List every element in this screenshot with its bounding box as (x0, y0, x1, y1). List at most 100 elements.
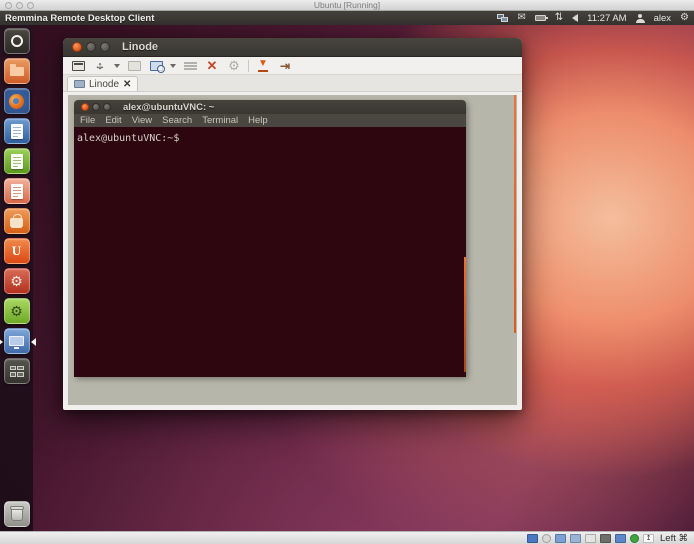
video-capture-icon[interactable] (630, 534, 639, 543)
fullscreen-icon (72, 61, 85, 71)
menu-file[interactable]: File (80, 115, 95, 126)
terminal-window: alex@ubuntuVNC: ~ File Edit View Search … (74, 100, 466, 377)
launcher-item-libreoffice-writer[interactable] (4, 118, 30, 144)
fullscreen-button[interactable] (70, 59, 86, 73)
dropdown-caret-icon[interactable] (170, 64, 176, 68)
menu-search[interactable]: Search (162, 115, 192, 126)
terminal-titlebar[interactable]: alex@ubuntuVNC: ~ (74, 100, 466, 114)
remmina-tabbar: Linode ✕ (63, 75, 522, 92)
desktop-screen: Ubuntu [Running] Remmina Remote Desktop … (0, 0, 694, 544)
remote-wallpaper-artifact (514, 95, 516, 333)
host-minimize-button[interactable] (16, 2, 23, 9)
disconnect-icon: ⇥ (280, 59, 290, 73)
screenshot-button[interactable]: ▼ (255, 59, 271, 73)
system-tray: ✉ ⇅ 11:27 AM alex ⚙ (497, 13, 689, 24)
user-name[interactable]: alex (654, 13, 671, 24)
shopping-bag-icon (10, 218, 23, 228)
ubuntu-logo-icon (11, 35, 23, 47)
zoom-button[interactable] (148, 59, 164, 73)
launcher-item-update-manager[interactable]: ⚙ (4, 298, 30, 324)
preferences-button[interactable]: ✕ (204, 59, 220, 73)
usb-icon[interactable] (600, 534, 611, 543)
connection-tab-icon (74, 80, 85, 88)
user-icon[interactable] (636, 14, 645, 23)
tab-close-icon[interactable]: ✕ (123, 79, 131, 90)
audio-icon[interactable] (555, 534, 566, 543)
zoom-icon (150, 61, 163, 71)
network-adapter-icon[interactable] (570, 534, 581, 543)
terminal-minimize-button[interactable] (92, 103, 100, 111)
menu-help[interactable]: Help (248, 115, 268, 126)
maximize-button[interactable] (100, 42, 110, 52)
vnc-viewport[interactable]: alex@ubuntuVNC: ~ File Edit View Search … (66, 93, 519, 407)
optical-drive-icon[interactable] (542, 534, 551, 543)
network-icon[interactable] (497, 14, 508, 22)
mail-icon[interactable]: ✉ (517, 13, 525, 23)
launcher-item-remmina[interactable] (4, 328, 30, 354)
terminal-menubar: File Edit View Search Terminal Help (74, 114, 466, 127)
host-window-controls[interactable] (5, 2, 34, 9)
hard-disk-icon[interactable] (527, 534, 538, 543)
terminal-title: alex@ubuntuVNC: ~ (123, 102, 214, 113)
calc-doc-icon (11, 154, 23, 169)
remote-wallpaper-artifact (70, 406, 440, 407)
launcher-item-ubuntu-one[interactable]: U (4, 238, 30, 264)
host-window-title: Ubuntu [Running] (0, 0, 694, 10)
session-gear-icon[interactable]: ⚙ (680, 13, 689, 23)
remmina-titlebar[interactable]: Linode (63, 38, 522, 57)
menu-edit[interactable]: Edit (105, 115, 121, 126)
launcher-item-ubuntu-software-center[interactable] (4, 208, 30, 234)
clock[interactable]: 11:27 AM (587, 13, 626, 24)
host-window-titlebar[interactable]: Ubuntu [Running] (0, 0, 694, 11)
launcher-item-ubuntu-dash[interactable] (4, 28, 30, 54)
remmina-window: Linode ↔↕ ✕ ⚙ ▼ ⇥ Linode ✕ (63, 38, 522, 410)
keyboard-grab-icon (184, 62, 197, 70)
battery-icon[interactable] (535, 15, 546, 21)
virtualbox-statusbar: ↥ Left ⌘ (0, 531, 694, 544)
menu-terminal[interactable]: Terminal (202, 115, 238, 126)
terminal-close-button[interactable] (81, 103, 89, 111)
launcher-item-firefox[interactable] (4, 88, 30, 114)
settings-button[interactable]: ⚙ (226, 59, 242, 73)
settings-gear-icon: ⚙ (228, 59, 240, 72)
active-app-title[interactable]: Remmina Remote Desktop Client (5, 13, 154, 24)
display-icon[interactable] (615, 534, 626, 543)
connection-tab[interactable]: Linode ✕ (67, 76, 138, 91)
launcher-item-trash[interactable] (4, 501, 30, 527)
terminal-maximize-button[interactable] (103, 103, 111, 111)
menu-view[interactable]: View (132, 115, 152, 126)
host-zoom-button[interactable] (27, 2, 34, 9)
disconnect-button[interactable]: ⇥ (277, 59, 293, 73)
unity-launcher: U ⚙ ⚙ (0, 25, 33, 531)
launcher-item-libreoffice-impress[interactable] (4, 178, 30, 204)
trash-bin-icon (11, 508, 23, 521)
updater-gear-icon: ⚙ (10, 304, 23, 318)
dropdown-caret-icon[interactable] (114, 64, 120, 68)
speaker-icon[interactable] (572, 14, 578, 22)
launcher-item-workspace-switcher[interactable] (4, 358, 30, 384)
floppy-icon[interactable] (585, 534, 596, 543)
keyboard-grab-button[interactable] (182, 59, 198, 73)
host-key-icon: ↥ (643, 534, 654, 543)
running-indicator-icon (0, 338, 3, 346)
scaled-mode-button[interactable] (126, 59, 142, 73)
settings-gear-icon: ⚙ (10, 274, 23, 288)
host-key-label: Left ⌘ (660, 533, 688, 544)
launcher-item-system-settings[interactable]: ⚙ (4, 268, 30, 294)
scaled-mode-icon (128, 61, 141, 71)
minimize-button[interactable] (86, 42, 96, 52)
host-close-button[interactable] (5, 2, 12, 9)
ubuntu-one-icon: U (12, 243, 21, 259)
resize-button[interactable]: ↔↕ (92, 59, 108, 73)
terminal-body[interactable]: alex@ubuntuVNC:~$ (74, 127, 466, 377)
close-button[interactable] (72, 42, 82, 52)
preferences-tools-icon: ✕ (207, 59, 218, 72)
toolbar-separator (248, 60, 249, 72)
screenshot-icon: ▼ (258, 59, 268, 72)
resize-icon: ↔↕ (93, 59, 107, 73)
workspaces-grid-icon (10, 366, 24, 377)
launcher-item-home-folder[interactable] (4, 58, 30, 84)
launcher-item-libreoffice-calc[interactable] (4, 148, 30, 174)
firefox-icon (9, 94, 24, 109)
sync-arrows-icon[interactable]: ⇅ (555, 13, 563, 23)
